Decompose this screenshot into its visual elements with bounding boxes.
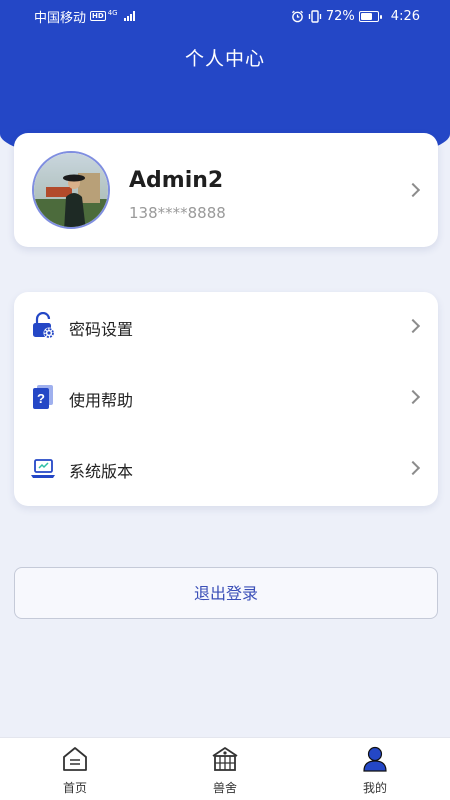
vibrate-icon: [308, 9, 322, 23]
chevron-right-icon: [405, 460, 421, 476]
clock-time: 4:26: [390, 8, 420, 24]
profile-card[interactable]: Admin2 138****8888: [14, 133, 438, 247]
page-title: 个人中心: [184, 48, 265, 70]
carrier-name: 中国移动: [34, 10, 87, 26]
menu-item-label: 系统版本: [69, 462, 134, 481]
status-bar: 中国移动 HD 4G 72% 4:26: [0, 0, 450, 32]
alarm-icon: [291, 10, 303, 22]
menu-card: 密码设置 ? 使用帮助 系统版本: [14, 292, 438, 506]
barn-icon: [212, 747, 238, 771]
home-icon: [63, 747, 87, 771]
svg-text:?: ?: [37, 391, 45, 406]
network-type: 4G: [107, 9, 118, 17]
tab-label: 兽舍: [212, 781, 237, 795]
hd-badge: HD: [90, 11, 106, 21]
battery-icon: [358, 10, 382, 22]
tab-mine[interactable]: 我的: [325, 738, 425, 800]
lock-gear-icon: [33, 312, 55, 339]
battery-percent: 72%: [325, 8, 355, 24]
menu-item-system-version[interactable]: 系统版本: [14, 434, 438, 504]
user-icon: [363, 746, 387, 772]
menu-item-help[interactable]: ? 使用帮助: [14, 363, 438, 433]
chevron-right-icon: [405, 389, 421, 405]
signal-icon: [123, 11, 135, 21]
profile-username: Admin2: [129, 168, 224, 193]
logout-button[interactable]: 退出登录: [14, 567, 438, 619]
laptop-icon: [31, 459, 55, 478]
menu-item-label: 使用帮助: [69, 391, 134, 410]
menu-item-label: 密码设置: [69, 320, 134, 339]
chevron-right-icon: [405, 318, 421, 334]
profile-phone: 138****8888: [129, 204, 226, 222]
help-book-icon: ?: [33, 385, 53, 409]
tab-label: 我的: [362, 781, 387, 795]
tab-barn[interactable]: 兽舍: [175, 738, 275, 800]
tab-home[interactable]: 首页: [25, 738, 125, 800]
tab-bar: 首页 兽舍 我的: [0, 737, 450, 800]
user-photo: [34, 153, 108, 227]
menu-item-password-settings[interactable]: 密码设置: [14, 292, 438, 362]
tab-label: 首页: [62, 781, 87, 795]
chevron-right-icon: [405, 182, 421, 198]
avatar[interactable]: [32, 151, 110, 229]
